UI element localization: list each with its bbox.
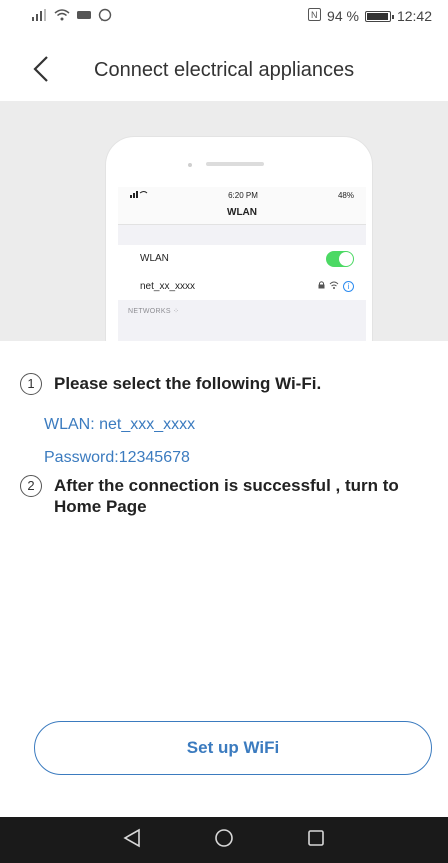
phone-illustration: 6:20 PM 48% WLAN WLAN net_xx_xxxx i NETW…	[0, 101, 448, 341]
phone-frame: 6:20 PM 48% WLAN WLAN net_xx_xxxx i NETW…	[106, 137, 372, 341]
info-icon: i	[343, 280, 354, 292]
step-2: 2 After the connection is successful , t…	[20, 475, 440, 517]
battery-icon	[364, 10, 394, 22]
chevron-left-icon	[28, 56, 56, 88]
illustration-battery: 48%	[337, 190, 354, 200]
status-left	[32, 8, 112, 25]
illustration-time: 6:20 PM	[228, 190, 258, 200]
illustration-wifi-icon	[329, 281, 339, 291]
nav-back-button[interactable]	[120, 828, 144, 852]
illustration-networks-label: NETWORKS ⁘	[128, 307, 179, 315]
illustration-network-name: net_xx_xxxx	[140, 280, 196, 292]
phone-speaker	[206, 162, 264, 166]
clock: 12:42	[396, 8, 432, 24]
signal-icon	[32, 8, 48, 24]
illustration-status-bar: 6:20 PM 48%	[118, 187, 366, 203]
illustration-wlan-row: WLAN	[118, 245, 366, 273]
battery-fill	[366, 12, 388, 20]
nfc-icon: N	[308, 8, 322, 24]
networks-label-text: NETWORKS	[128, 308, 171, 315]
phone-camera	[188, 163, 192, 167]
lock-icon	[318, 281, 325, 291]
step-number: 1	[20, 373, 42, 395]
illustration-wlan-label: WLAN	[140, 253, 169, 264]
page-title: Connect electrical appliances	[94, 59, 355, 81]
nav-home-button[interactable]	[212, 828, 236, 852]
square-recent-icon	[307, 829, 325, 852]
back-button[interactable]	[28, 54, 56, 84]
phone-screen: 6:20 PM 48% WLAN WLAN net_xx_xxxx i NETW…	[118, 187, 366, 341]
status-bar: N 94 % 12:42	[0, 0, 448, 32]
step-text: After the connection is successful , tur…	[54, 476, 399, 516]
status-right: N 94 % 12:42	[308, 8, 432, 24]
battery-percent: 94 %	[327, 8, 359, 24]
set-up-wifi-button[interactable]: Set up WiFi	[34, 721, 432, 775]
illustration-wlan-toggle	[326, 250, 354, 267]
system-nav-bar	[0, 817, 448, 863]
illustration-network-icons: i	[318, 280, 354, 292]
svg-text:N: N	[311, 10, 318, 20]
illustration-title: WLAN	[118, 203, 366, 225]
step-text: Please select the following Wi-Fi.	[54, 374, 322, 393]
header: Connect electrical appliances	[0, 32, 448, 102]
message-icon	[98, 8, 112, 25]
step-number: 2	[20, 475, 42, 497]
wlan-name: WLAN: net_xxx_xxxx	[44, 416, 196, 433]
data-icon	[76, 9, 92, 24]
nav-recent-button[interactable]	[304, 828, 328, 852]
wifi-icon	[54, 8, 70, 24]
illustration-signal-icon	[130, 190, 148, 200]
illustration-network-row: net_xx_xxxx i	[118, 272, 366, 300]
step-1: 1 Please select the following Wi-Fi.	[20, 373, 321, 395]
circle-home-icon	[214, 828, 234, 853]
wifi-password: Password:12345678	[44, 449, 190, 466]
triangle-back-icon	[123, 828, 141, 853]
spinner-icon: ⁘	[173, 308, 180, 315]
